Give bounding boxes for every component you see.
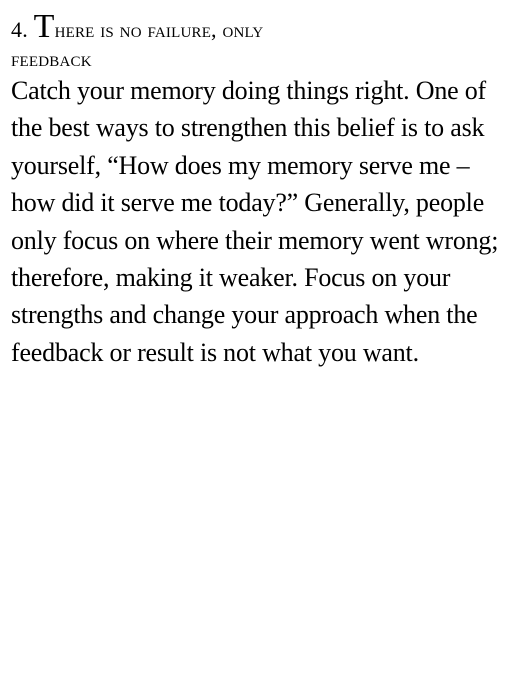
section-number: 4. — [11, 17, 28, 42]
heading-line-2: FEEDBACK — [11, 46, 92, 71]
heading-initial: T — [33, 8, 55, 45]
section-heading: 4. THERE IS NO FAILURE, ONLY FEEDBACK — [11, 10, 516, 72]
heading-line-1: HERE IS NO FAILURE, ONLY — [54, 17, 264, 42]
page-content: 4. THERE IS NO FAILURE, ONLY FEEDBACK Ca… — [11, 10, 516, 371]
section-body: Catch your memory doing things right. On… — [11, 76, 499, 367]
